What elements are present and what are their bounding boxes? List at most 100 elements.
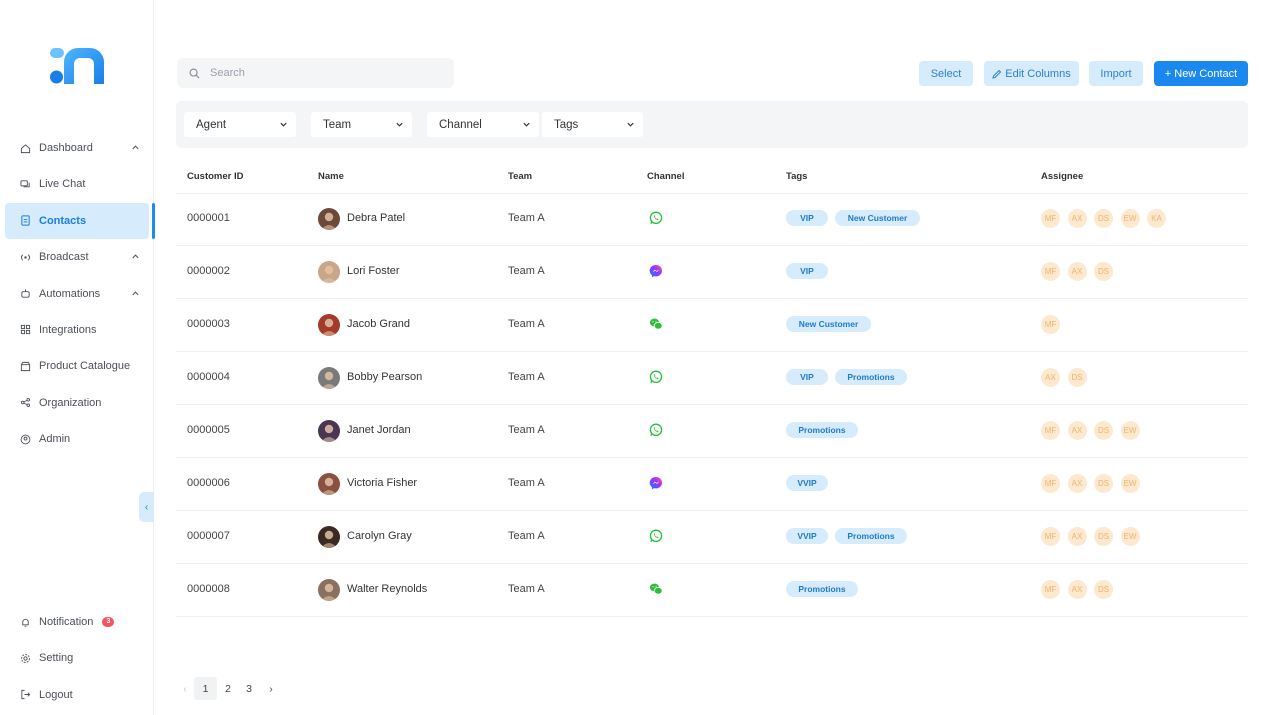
assignee-avatar[interactable]: MF (1041, 315, 1060, 334)
collapse-sidebar-button[interactable]: ‹ (139, 492, 154, 522)
tag-badge: Promotions (786, 581, 858, 597)
sidebar-item-contacts[interactable]: Contacts (5, 202, 149, 239)
table-row[interactable]: 0000005 Janet Jordan Team A Promotions MF AX D… (176, 405, 1248, 458)
page-3-button[interactable]: 3 (239, 677, 259, 700)
sidebar-item-live-chat[interactable]: Live Chat (5, 166, 154, 202)
home-icon (20, 143, 31, 154)
chevron-up-icon (132, 254, 139, 259)
filter-label: Team (323, 118, 352, 131)
column-header-tags[interactable]: Tags (786, 171, 807, 182)
assignee-avatar[interactable]: AX (1067, 527, 1087, 546)
assignee-avatar[interactable]: DS (1094, 262, 1113, 281)
assignee-avatar[interactable]: DS (1094, 421, 1113, 440)
assignee-avatar[interactable]: DS (1094, 527, 1113, 546)
assignee-avatar[interactable]: AX (1067, 209, 1087, 228)
chevron-up-icon (132, 290, 139, 295)
assignee-avatar[interactable]: MF (1041, 262, 1060, 281)
sidebar-item-logout[interactable]: Logout (5, 677, 154, 713)
assignee-avatar[interactable]: AX (1067, 421, 1087, 440)
import-label: Import (1100, 67, 1132, 80)
assignee-avatar[interactable]: DS (1094, 474, 1113, 493)
table-row[interactable]: 0000001 Debra Patel Team A VIP New Customer M… (176, 193, 1248, 246)
chevron-down-icon (523, 122, 530, 127)
assignee-avatar[interactable]: AX (1067, 474, 1087, 493)
team-cell: Team A (508, 530, 545, 542)
table-row[interactable]: 0000006 Victoria Fisher Team A VVIP MF AX DS EW (176, 458, 1248, 511)
table-row[interactable]: 0000008 Walter Reynolds Team A Promotions MF… (176, 564, 1248, 617)
assignee-avatar[interactable]: MF (1041, 209, 1060, 228)
sidebar-item-integrations[interactable]: Integrations (5, 312, 154, 348)
assignee-avatar[interactable]: AX (1067, 580, 1087, 599)
search-input[interactable] (210, 67, 430, 79)
sidebar-item-product-catalogue[interactable]: Product Catalogue (5, 348, 154, 384)
assignee-avatar[interactable]: KA (1147, 209, 1166, 228)
sidebar-item-admin[interactable]: Admin (5, 421, 154, 457)
column-header-channel[interactable]: Channel (647, 171, 684, 182)
row-divider (176, 616, 1248, 617)
column-header-name[interactable]: Name (318, 171, 344, 182)
sidebar-item-setting[interactable]: Setting (5, 640, 154, 676)
select-button[interactable]: Select (919, 61, 973, 86)
tag-badge: VVIP (786, 528, 828, 544)
sidebar-item-automations[interactable]: Automations (5, 276, 154, 312)
assignee-avatar[interactable]: MF (1041, 527, 1060, 546)
assignee-avatar[interactable]: MF (1041, 474, 1060, 493)
whatsapp-icon (649, 370, 663, 384)
tag-badge: VIP (786, 210, 828, 226)
table-row[interactable]: 0000002 Lori Foster Team A VIP MF AX DS (176, 246, 1248, 299)
sidebar-item-dashboard[interactable]: Dashboard (5, 130, 154, 166)
assignee-avatar[interactable]: MF (1041, 421, 1060, 440)
table-row[interactable]: 0000003 Jacob Grand Team A New Customer MF (176, 299, 1248, 352)
contact-name[interactable]: Victoria Fisher (347, 477, 417, 489)
previous-page-button[interactable]: ‹ (179, 677, 191, 700)
assignee-avatar[interactable]: DS (1094, 209, 1113, 228)
contact-name[interactable]: Lori Foster (347, 265, 400, 277)
table-row[interactable]: 0000004 Bobby Pearson Team A VIP Promotions A… (176, 352, 1248, 405)
customer-id-cell: 0000007 (187, 530, 230, 542)
new-contact-button[interactable]: + New Contact (1154, 61, 1248, 86)
assignee-avatar[interactable]: EW (1120, 527, 1140, 546)
assignee-avatar[interactable]: DS (1094, 580, 1113, 599)
main-nav: Dashboard Live Chat Contacts Broadcast Autom… (5, 130, 154, 458)
contact-name[interactable]: Janet Jordan (347, 424, 411, 436)
assignee-avatar[interactable]: EW (1120, 209, 1140, 228)
sidebar-item-label: Setting (39, 652, 74, 665)
sidebar-item-label: Organization (39, 396, 102, 409)
sidebar-item-notification[interactable]: Notification 3 (5, 604, 154, 640)
team-filter-dropdown[interactable]: Team (311, 112, 412, 137)
sidebar-item-label: Admin (39, 433, 71, 446)
column-header-assignee[interactable]: Assignee (1041, 171, 1083, 182)
assignee-avatar[interactable]: DS (1067, 368, 1087, 387)
table-row[interactable]: 0000007 Carolyn Gray Team A VVIP Promotions M… (176, 511, 1248, 564)
share-icon (20, 397, 31, 408)
contact-name[interactable]: Debra Patel (347, 212, 405, 224)
page-1-button[interactable]: 1 (194, 677, 217, 700)
sidebar: Dashboard Live Chat Contacts Broadcast Autom… (0, 0, 155, 715)
team-cell: Team A (508, 477, 545, 489)
edit-columns-button[interactable]: Edit Columns (984, 61, 1079, 86)
next-page-button[interactable]: › (264, 677, 278, 700)
avatar (318, 420, 340, 442)
assignee-avatar[interactable]: EW (1120, 421, 1140, 440)
column-header-team[interactable]: Team (508, 171, 532, 182)
column-header-customer-id[interactable]: Customer ID (187, 171, 243, 182)
contact-name[interactable]: Walter Reynolds (347, 583, 427, 595)
sidebar-item-label: Contacts (39, 214, 87, 227)
assignee-avatar[interactable]: EW (1120, 474, 1140, 493)
assignee-avatar[interactable]: AX (1067, 262, 1087, 281)
search-icon (189, 68, 200, 79)
sidebar-item-broadcast[interactable]: Broadcast (5, 239, 154, 275)
channel-filter-dropdown[interactable]: Channel (427, 112, 539, 137)
contact-name[interactable]: Carolyn Gray (347, 530, 412, 542)
page-2-button[interactable]: 2 (218, 677, 238, 700)
search-box[interactable] (177, 58, 454, 88)
assignee-avatar[interactable]: MF (1041, 580, 1060, 599)
assignee-avatar[interactable]: AX (1041, 368, 1060, 387)
tags-filter-dropdown[interactable]: Tags (542, 112, 643, 137)
sidebar-item-label: Broadcast (39, 251, 89, 264)
contact-name[interactable]: Bobby Pearson (347, 371, 422, 383)
sidebar-item-organization[interactable]: Organization (5, 385, 154, 421)
agent-filter-dropdown[interactable]: Agent (184, 112, 296, 137)
import-button[interactable]: Import (1089, 61, 1143, 86)
contact-name[interactable]: Jacob Grand (347, 318, 410, 330)
